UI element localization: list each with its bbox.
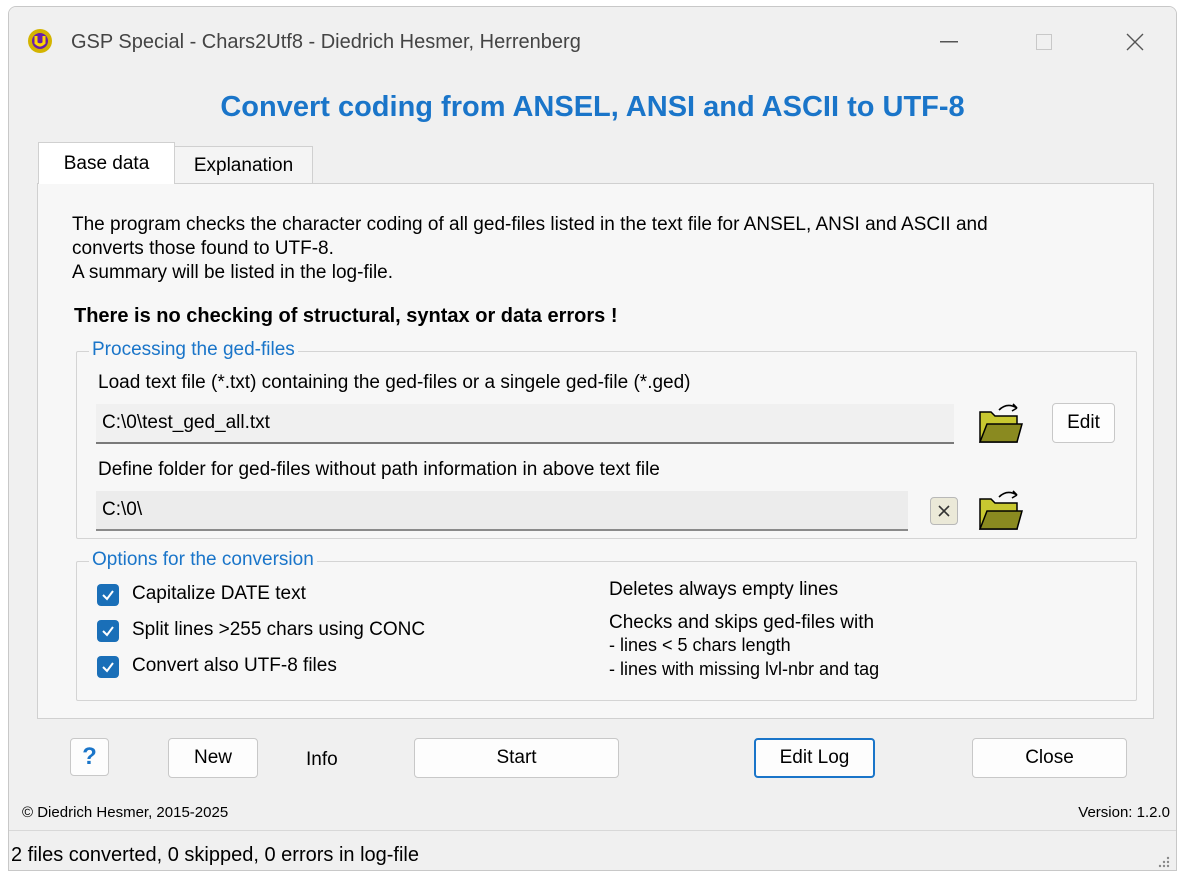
warning-text: There is no checking of structural, synt… <box>74 305 618 327</box>
capitalize-date-checkbox[interactable] <box>97 584 119 606</box>
folder-label: Define folder for ged-files without path… <box>98 459 660 480</box>
browse-folder-icon[interactable] <box>977 487 1023 533</box>
window-title: GSP Special - Chars2Utf8 - Diedrich Hesm… <box>71 31 581 53</box>
split-lines-label[interactable]: Split lines >255 chars using CONC <box>132 619 425 641</box>
info-checks-skips: Checks and skips ged-files with <box>609 612 875 633</box>
convert-utf8-checkbox[interactable] <box>97 656 119 678</box>
processing-group: Processing the ged-files Load text file … <box>76 339 1137 539</box>
folder-field[interactable]: C:\0\ <box>96 491 908 531</box>
convert-utf8-label[interactable]: Convert also UTF-8 files <box>132 655 337 677</box>
tab-explanation[interactable]: Explanation <box>174 146 313 184</box>
intro-line-2: converts those found to UTF-8. <box>72 238 334 259</box>
info-missing-tag: - lines with missing lvl-nbr and tag <box>609 659 880 679</box>
edit-button[interactable]: Edit <box>1052 403 1115 443</box>
load-file-field[interactable]: C:\0\test_ged_all.txt <box>96 404 954 444</box>
maximize-button[interactable] <box>1024 25 1064 59</box>
intro-text: The program checks the character coding … <box>72 213 1132 285</box>
load-file-label: Load text file (*.txt) containing the ge… <box>98 372 691 393</box>
intro-line-3: A summary will be listed in the log-file… <box>72 262 394 283</box>
clear-folder-button[interactable] <box>930 497 958 525</box>
capitalize-date-label[interactable]: Capitalize DATE text <box>132 583 306 605</box>
split-lines-checkbox[interactable] <box>97 620 119 642</box>
options-group: Options for the conversion Capitalize DA… <box>76 549 1137 701</box>
processing-legend: Processing the ged-files <box>89 339 298 361</box>
edit-log-button[interactable]: Edit Log <box>754 738 875 778</box>
copyright-text: © Diedrich Hesmer, 2015-2025 <box>22 804 229 821</box>
intro-line-1: The program checks the character coding … <box>72 214 988 235</box>
base-data-panel: The program checks the character coding … <box>37 183 1154 719</box>
title-bar: GSP Special - Chars2Utf8 - Diedrich Hesm… <box>9 7 1176 67</box>
status-bar: 2 files converted, 0 skipped, 0 errors i… <box>9 830 1176 870</box>
help-button[interactable]: ? <box>70 738 109 776</box>
new-button[interactable]: New <box>168 738 258 778</box>
page-title: Convert coding from ANSEL, ANSI and ASCI… <box>220 91 965 123</box>
info-deletes-empty: Deletes always empty lines <box>609 579 839 600</box>
options-legend: Options for the conversion <box>89 549 317 571</box>
tab-base-data[interactable]: Base data <box>38 142 175 184</box>
info-label[interactable]: Info <box>306 749 338 771</box>
resize-grip-icon[interactable] <box>1156 854 1170 868</box>
app-window: GSP Special - Chars2Utf8 - Diedrich Hesm… <box>8 6 1177 871</box>
minimize-button[interactable] <box>929 25 969 59</box>
close-button[interactable]: Close <box>972 738 1127 778</box>
start-button[interactable]: Start <box>414 738 619 778</box>
open-folder-icon[interactable] <box>977 400 1023 446</box>
version-text: Version: 1.2.0 <box>1078 804 1170 821</box>
status-text: 2 files converted, 0 skipped, 0 errors i… <box>11 844 419 866</box>
info-short-lines: - lines < 5 chars length <box>609 635 791 655</box>
close-window-button[interactable] <box>1115 25 1155 59</box>
app-logo-icon <box>27 28 53 54</box>
